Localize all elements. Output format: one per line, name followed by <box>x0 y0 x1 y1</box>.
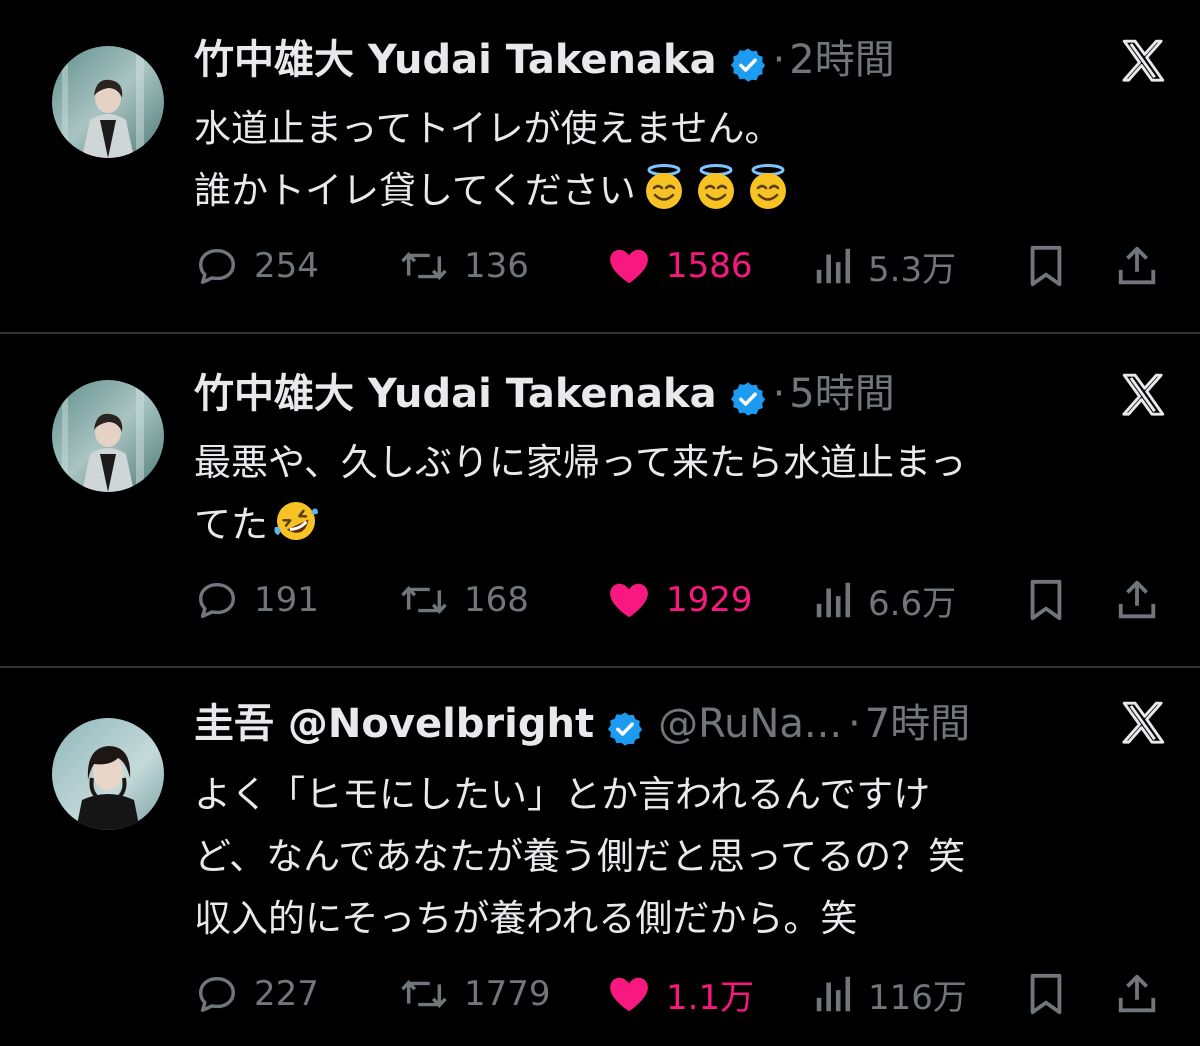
tweet-text: 水道止まってトイレが使えません。 誰かトイレ貸してください <box>194 98 1154 222</box>
reply-count: 191 <box>254 580 319 620</box>
tweet-text-line: よく「ヒモにしたい」とか言われるんですけ <box>194 773 931 816</box>
tweet-text-line-with-emoji: 誰かトイレ貸してください <box>194 160 1154 222</box>
reply-count: 227 <box>254 974 319 1014</box>
retweet-icon <box>398 971 450 1017</box>
bookmark-icon <box>1024 577 1068 623</box>
action-bar: 227 1779 1.1万 116万 <box>194 964 1174 1024</box>
rolling-on-the-floor-laughing-icon <box>272 497 320 545</box>
separator-dot: · <box>848 701 861 747</box>
views-button[interactable]: 116万 <box>814 964 967 1024</box>
verified-badge-icon <box>729 375 767 416</box>
view-count: 116万 <box>868 977 967 1018</box>
views-chart-icon <box>814 577 854 623</box>
tweet-header: 圭吾 @Novelbright @RuNa... · 7時間 <box>194 694 970 754</box>
user-handle[interactable]: @RuNa... <box>658 694 842 754</box>
retweet-button[interactable]: 1779 <box>398 964 551 1024</box>
tweet-text-line: てた <box>194 503 268 546</box>
like-count: 1.1万 <box>666 977 755 1018</box>
share-button[interactable] <box>1114 964 1160 1024</box>
timeline: 竹中雄大 Yudai Takenaka · 2時間 水道止まってトイレが使えませ… <box>0 0 1200 1046</box>
share-button[interactable] <box>1114 236 1160 296</box>
heart-icon <box>606 577 652 623</box>
timestamp[interactable]: 5時間 <box>789 364 894 424</box>
bookmark-button[interactable] <box>1024 964 1068 1024</box>
like-button[interactable]: 1929 <box>606 570 753 630</box>
verified-badge-icon <box>606 705 644 746</box>
verified-badge-icon <box>729 41 767 82</box>
avatar[interactable] <box>52 380 164 492</box>
tweet-text-line: 最悪や、久しぶりに家帰って来たら水道止まっ <box>194 441 967 484</box>
like-count: 1929 <box>666 580 753 620</box>
retweet-count: 1779 <box>464 974 551 1014</box>
retweet-count: 136 <box>464 246 529 286</box>
share-button[interactable] <box>1114 570 1160 630</box>
tweet-text: よく「ヒモにしたい」とか言われるんですけ ど、なんであなたが養う側だと思ってるの… <box>194 764 1154 950</box>
views-button[interactable]: 6.6万 <box>814 570 956 630</box>
timestamp[interactable]: 7時間 <box>865 694 970 754</box>
tweet-text-line: ど、なんであなたが養う側だと思ってるの？笑 <box>194 835 966 878</box>
share-icon <box>1114 971 1160 1017</box>
tweet-header: 竹中雄大 Yudai Takenaka · 2時間 <box>194 30 895 90</box>
reply-button[interactable]: 191 <box>194 570 319 630</box>
reply-icon <box>194 577 240 623</box>
reply-button[interactable]: 227 <box>194 964 319 1024</box>
reply-icon <box>194 971 240 1017</box>
x-logo-icon <box>1118 36 1168 86</box>
tweet[interactable]: 竹中雄大 Yudai Takenaka · 2時間 水道止まってトイレが使えませ… <box>0 0 1200 332</box>
smiling-face-with-halo-icon <box>692 163 740 211</box>
view-count: 6.6万 <box>868 583 957 624</box>
share-icon <box>1114 577 1160 623</box>
retweet-count: 168 <box>464 580 529 620</box>
views-chart-icon <box>814 243 854 289</box>
x-logo-icon <box>1118 698 1168 748</box>
tweet[interactable]: 圭吾 @Novelbright @RuNa... · 7時間 よく「ヒモにしたい… <box>0 668 1200 1046</box>
tweet-text-line-with-emoji: てた <box>194 494 1154 556</box>
like-button[interactable]: 1.1万 <box>606 964 754 1024</box>
reply-count: 254 <box>254 246 319 286</box>
smiling-face-with-halo-icon <box>640 163 688 211</box>
x-logo-icon <box>1118 370 1168 420</box>
display-name[interactable]: 竹中雄大 Yudai Takenaka <box>194 364 717 424</box>
tweet-text-line: 水道止まってトイレが使えません。 <box>194 107 782 150</box>
bookmark-icon <box>1024 243 1068 289</box>
display-name[interactable]: 竹中雄大 Yudai Takenaka <box>194 30 717 90</box>
view-count: 5.3万 <box>868 249 957 290</box>
tweet-text-line: 収入的にそっちが養われる側だから。笑 <box>194 897 858 940</box>
smiling-face-with-halo-icon <box>744 163 792 211</box>
heart-icon <box>606 971 652 1017</box>
bookmark-icon <box>1024 971 1068 1017</box>
action-bar: 191 168 1929 6.6万 <box>194 570 1174 630</box>
heart-icon <box>606 243 652 289</box>
share-icon <box>1114 243 1160 289</box>
action-bar: 254 136 1586 5.3万 <box>194 236 1174 296</box>
retweet-button[interactable]: 168 <box>398 570 529 630</box>
like-count: 1586 <box>666 246 753 286</box>
tweet-header: 竹中雄大 Yudai Takenaka · 5時間 <box>194 364 895 424</box>
reply-button[interactable]: 254 <box>194 236 319 296</box>
retweet-button[interactable]: 136 <box>398 236 529 296</box>
bookmark-button[interactable] <box>1024 236 1068 296</box>
separator-dot: · <box>772 37 786 83</box>
views-chart-icon <box>814 971 854 1017</box>
tweet-text: 最悪や、久しぶりに家帰って来たら水道止まっ てた <box>194 432 1154 556</box>
avatar[interactable] <box>52 718 164 830</box>
retweet-icon <box>398 577 450 623</box>
tweet[interactable]: 竹中雄大 Yudai Takenaka · 5時間 最悪や、久しぶりに家帰って来… <box>0 334 1200 666</box>
separator-dot: · <box>772 371 786 417</box>
reply-icon <box>194 243 240 289</box>
tweet-text-line: 誰かトイレ貸してください <box>194 169 636 212</box>
display-name[interactable]: 圭吾 @Novelbright <box>194 694 594 754</box>
views-button[interactable]: 5.3万 <box>814 236 956 296</box>
timestamp[interactable]: 2時間 <box>789 30 894 90</box>
avatar[interactable] <box>52 46 164 158</box>
like-button[interactable]: 1586 <box>606 236 753 296</box>
bookmark-button[interactable] <box>1024 570 1068 630</box>
retweet-icon <box>398 243 450 289</box>
